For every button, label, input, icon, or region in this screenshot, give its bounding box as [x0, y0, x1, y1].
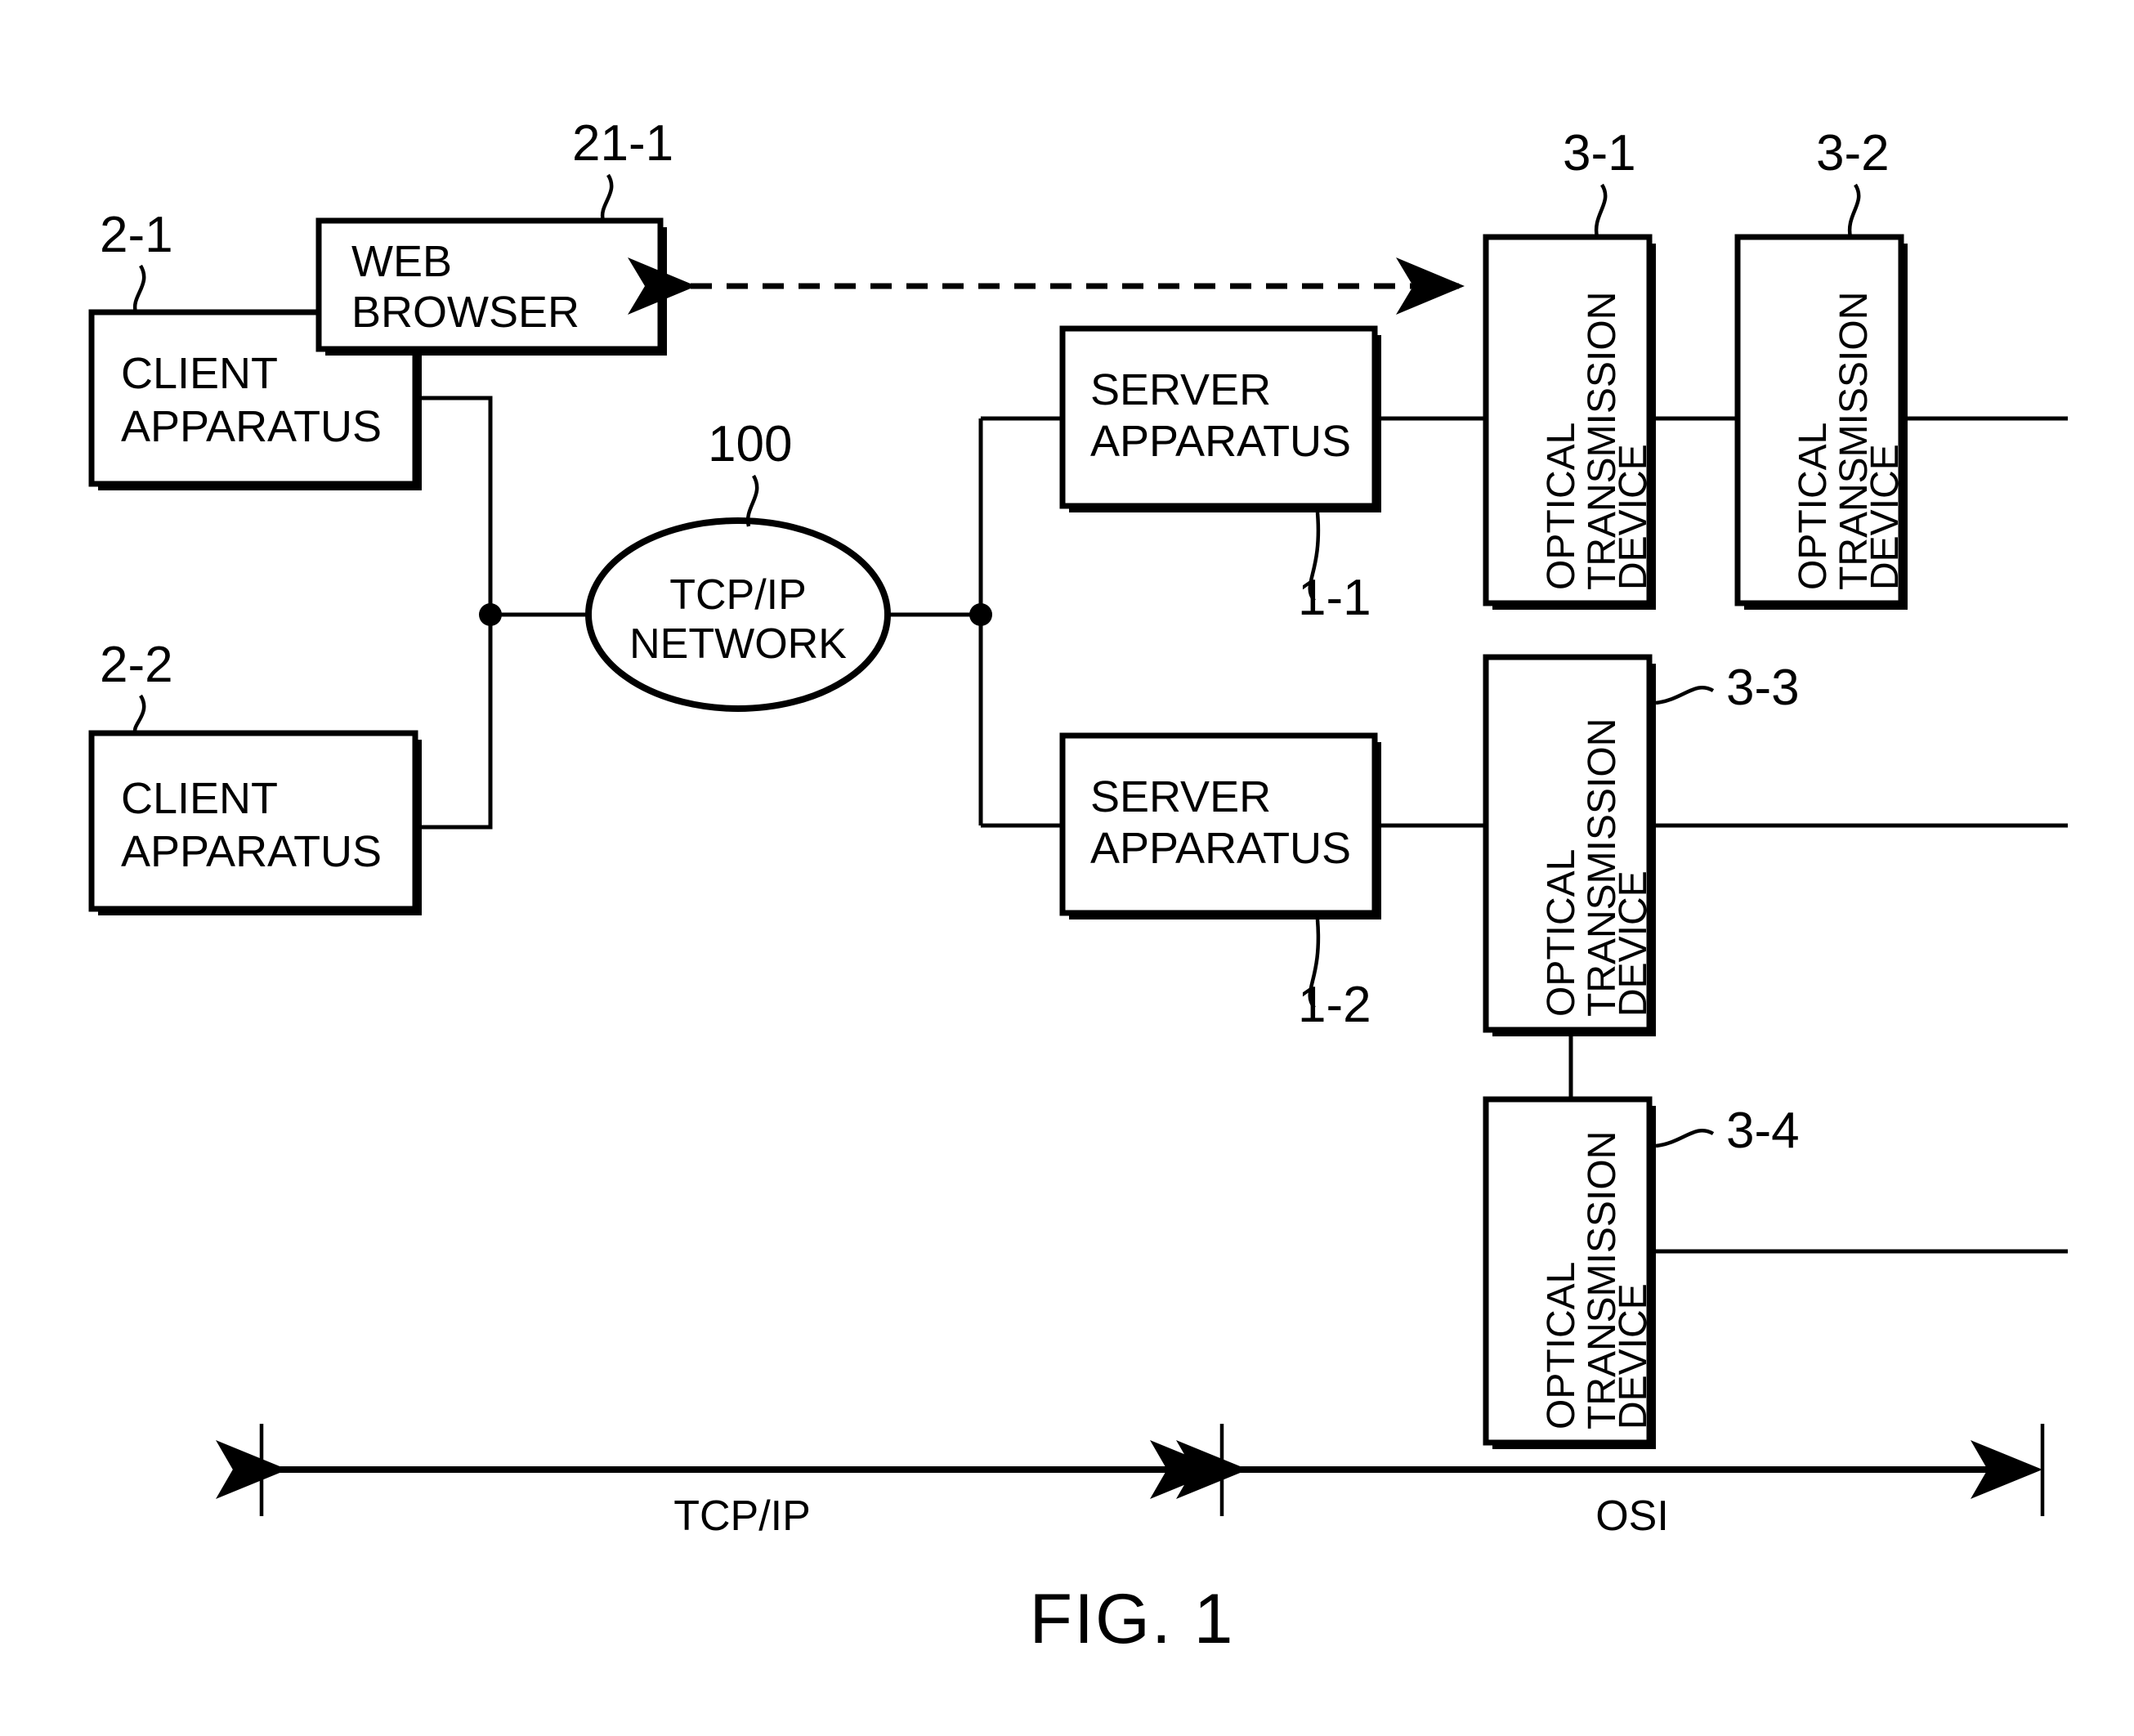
- otd4-label-line3: DEVICE: [1612, 1283, 1655, 1430]
- connector-client1-to-bus: [418, 396, 493, 615]
- scale-label-osi: OSI: [1595, 1492, 1669, 1540]
- server-apparatus-2-label-line1: SERVER: [1090, 772, 1271, 821]
- reference-3-4: 3-4: [1655, 1103, 1800, 1159]
- patent-figure: CLIENT APPARATUS WEB BROWSER CLIENT APPA…: [0, 0, 2134, 1736]
- client-apparatus-2[interactable]: CLIENT APPARATUS: [88, 730, 422, 915]
- otd1-label-line1: OPTICAL: [1540, 423, 1583, 590]
- protocol-scale: TCP/IP OSI: [216, 1424, 2045, 1540]
- reference-3-3: 3-3: [1655, 660, 1800, 716]
- reference-label-21-1: 21-1: [572, 115, 673, 172]
- web-browser-label-line2: BROWSER: [351, 288, 579, 337]
- otd2-label-line3: DEVICE: [1863, 444, 1907, 590]
- reference-3-1: 3-1: [1563, 125, 1636, 238]
- reference-100: 100: [708, 416, 792, 527]
- reference-label-3-2: 3-2: [1816, 125, 1890, 181]
- optical-transmission-device-1[interactable]: OPTICAL TRANSMISSION DEVICE: [1483, 234, 1656, 610]
- optical-transmission-device-4[interactable]: OPTICAL TRANSMISSION DEVICE: [1483, 1096, 1656, 1449]
- optical-transmission-device-2[interactable]: OPTICAL TRANSMISSION DEVICE: [1734, 234, 1908, 610]
- otd3-label-line3: DEVICE: [1612, 870, 1655, 1017]
- client-apparatus-1-label-line2: APPARATUS: [121, 402, 382, 451]
- server-apparatus-1-label-line1: SERVER: [1090, 365, 1271, 414]
- scale-label-tcpip: TCP/IP: [673, 1492, 811, 1540]
- otd3-label-line1: OPTICAL: [1540, 849, 1583, 1017]
- reference-label-2-2: 2-2: [100, 637, 173, 693]
- junction-dot-client-bus: [479, 603, 502, 626]
- reference-label-2-1: 2-1: [100, 207, 173, 263]
- server-apparatus-1[interactable]: SERVER APPARATUS: [1059, 325, 1381, 512]
- connector-client2-to-bus: [418, 615, 493, 830]
- reference-1-2: 1-2: [1298, 919, 1371, 1033]
- reference-label-100: 100: [708, 416, 792, 472]
- tcpip-network-node[interactable]: TCP/IP NETWORK: [585, 517, 891, 712]
- network-label-line1: TCP/IP: [669, 571, 807, 619]
- server-apparatus-2-label-line2: APPARATUS: [1090, 824, 1351, 873]
- reference-label-3-4: 3-4: [1726, 1103, 1800, 1159]
- reference-2-1: 2-1: [100, 207, 173, 313]
- server-apparatus-2[interactable]: SERVER APPARATUS: [1059, 732, 1381, 919]
- reference-2-2: 2-2: [100, 637, 173, 735]
- reference-1-1: 1-1: [1298, 512, 1371, 626]
- reference-label-1-2: 1-2: [1298, 977, 1371, 1033]
- client-apparatus-1-label-line1: CLIENT: [121, 349, 278, 398]
- reference-21-1: 21-1: [572, 115, 673, 221]
- web-browser-label-line1: WEB: [351, 237, 452, 286]
- reference-label-3-1: 3-1: [1563, 125, 1636, 181]
- reference-3-2: 3-2: [1816, 125, 1890, 238]
- otd2-label-line1: OPTICAL: [1792, 423, 1835, 590]
- figure-caption: FIG. 1: [1030, 1580, 1235, 1658]
- reference-label-3-3: 3-3: [1726, 660, 1800, 716]
- diagram-canvas: CLIENT APPARATUS WEB BROWSER CLIENT APPA…: [88, 115, 2068, 1658]
- network-label-line2: NETWORK: [629, 620, 847, 668]
- otd1-label-line3: DEVICE: [1612, 444, 1655, 590]
- client-apparatus-2-label-line1: CLIENT: [121, 774, 278, 823]
- junction-dot-server-bus: [969, 603, 992, 626]
- client-apparatus-2-label-line2: APPARATUS: [121, 827, 382, 876]
- optical-transmission-device-3[interactable]: OPTICAL TRANSMISSION DEVICE: [1483, 654, 1656, 1036]
- web-browser[interactable]: WEB BROWSER: [315, 217, 667, 356]
- server-apparatus-1-label-line2: APPARATUS: [1090, 417, 1351, 466]
- reference-label-1-1: 1-1: [1298, 570, 1371, 626]
- otd4-label-line1: OPTICAL: [1540, 1262, 1583, 1430]
